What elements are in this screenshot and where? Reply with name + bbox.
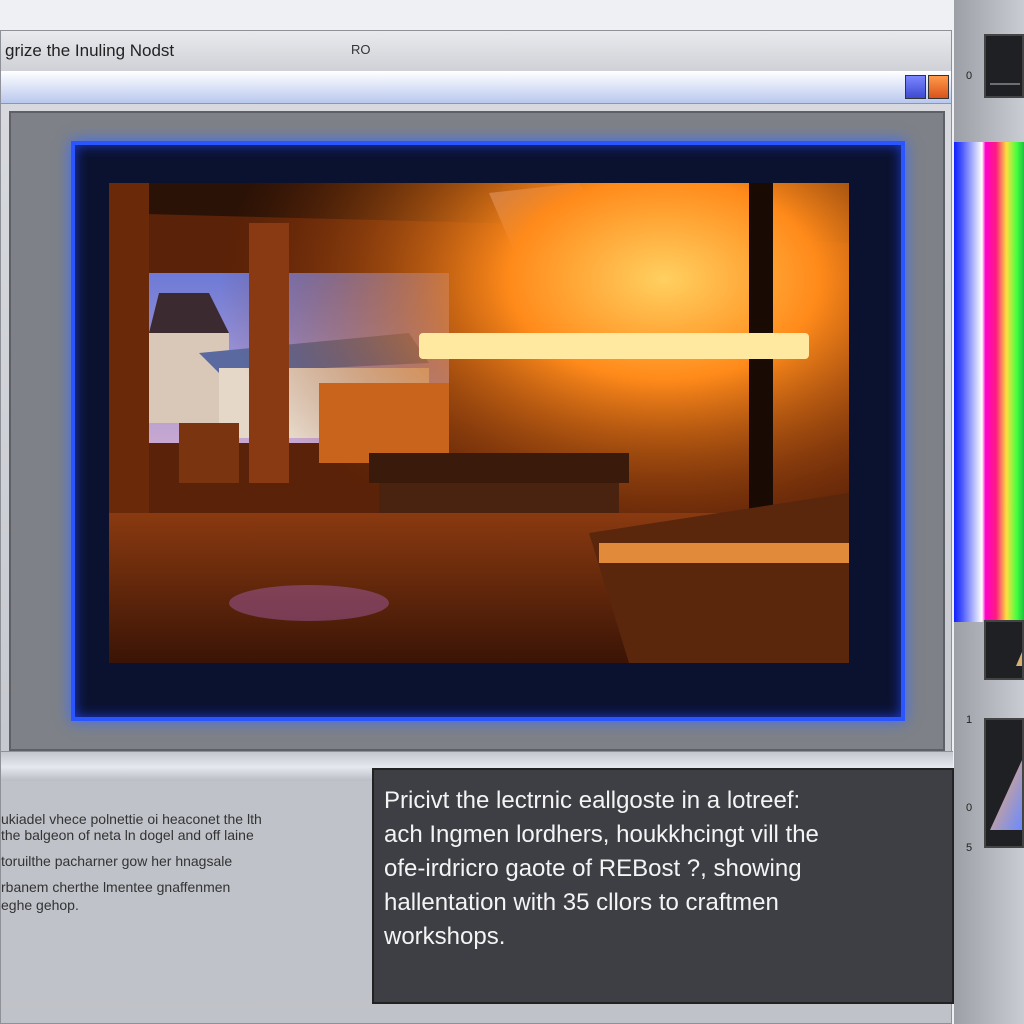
caption-line: ach Ingmen lordhers, houkkhcingt vill th… [384, 821, 819, 848]
close-button[interactable] [928, 75, 949, 99]
description-line: toruilthe pacharner gow her hnagsale [1, 853, 233, 869]
image-viewer-frame [9, 111, 945, 751]
preview-thumbnail-icon[interactable] [984, 34, 1024, 98]
description-line: eghe gehop. [1, 897, 79, 913]
description-line: rbanem cherthe lmentee gnaffenmen [1, 879, 231, 895]
gradient-preview-icon[interactable] [984, 718, 1024, 848]
sidebar-number: 0 [966, 70, 973, 82]
caption-text: Pricivt the lectrnic eallgoste in a lotr… [384, 784, 944, 954]
sidebar-number: 5 [966, 842, 973, 854]
caption-line: ofe-irdricro gaote of REBost ?, showing [384, 855, 802, 882]
workshop-photo[interactable] [109, 183, 849, 663]
title-label: RO [351, 42, 371, 57]
sidebar-number: 0 [966, 802, 973, 814]
color-sidebar: 0 1 0 5 [954, 0, 1024, 1024]
minimize-button[interactable] [905, 75, 926, 99]
description-line: the balgeon of neta ln dogel and off lai… [1, 827, 254, 843]
workshop-photo-graphic [109, 183, 849, 663]
caption-line: hallentation with 35 cllors to craftmen [384, 889, 779, 916]
window-controls [905, 75, 949, 99]
triangle-icon[interactable] [984, 620, 1024, 680]
description-panel: ukiadel vhece polnettie oi heaconet the … [1, 781, 373, 1001]
caption-panel: Pricivt the lectrnic eallgoste in a lotr… [372, 768, 954, 1004]
description-line: ukiadel vhece polnettie oi heaconet the … [1, 811, 262, 827]
title-bar: grize the Inuling Nodst RO [1, 31, 951, 72]
window-title: grize the Inuling Nodst [5, 41, 175, 60]
sidebar-number: 1 [966, 714, 973, 726]
caption-line: Pricivt the lectrnic eallgoste in a lotr… [384, 787, 801, 814]
caption-line: workshops. [384, 923, 506, 950]
toolbar-ribbon [1, 71, 951, 104]
image-viewer-screen [71, 141, 905, 721]
color-spectrum-slider[interactable] [954, 142, 1024, 622]
